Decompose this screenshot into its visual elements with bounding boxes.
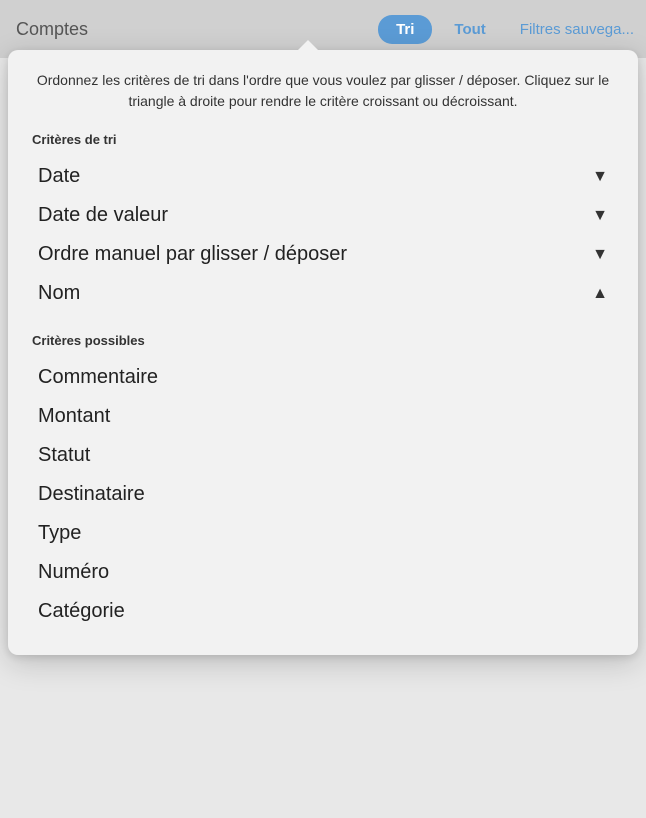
criteria-label-date-valeur: Date de valeur — [38, 204, 168, 227]
criteria-item-date-valeur[interactable]: Date de valeur ▼ — [32, 196, 614, 235]
criteria-item-nom[interactable]: Nom ▲ — [32, 274, 614, 313]
sort-dropdown-panel: Ordonnez les critères de tri dans l'ordr… — [8, 50, 638, 655]
tout-tab-button[interactable]: Tout — [436, 15, 503, 44]
active-criteria-list: Date ▼ Date de valeur ▼ Ordre manuel par… — [32, 157, 614, 313]
sort-arrow-ordre-manuel[interactable]: ▼ — [592, 246, 608, 264]
sort-arrow-date[interactable]: ▼ — [592, 168, 608, 186]
sort-arrow-nom[interactable]: ▲ — [592, 285, 608, 303]
active-criteria-label: Critères de tri — [32, 132, 614, 147]
criteria-item-date[interactable]: Date ▼ — [32, 157, 614, 196]
sort-description: Ordonnez les critères de tri dans l'ordr… — [32, 70, 614, 112]
possible-criteria-label: Critères possibles — [32, 333, 614, 348]
criteria-label-ordre-manuel: Ordre manuel par glisser / déposer — [38, 243, 347, 266]
app-title: Comptes — [16, 19, 378, 40]
possible-item-type[interactable]: Type — [32, 514, 614, 553]
sort-arrow-date-valeur[interactable]: ▼ — [592, 207, 608, 225]
possible-criteria-list: Commentaire Montant Statut Destinataire … — [32, 358, 614, 631]
possible-item-montant[interactable]: Montant — [32, 397, 614, 436]
possible-item-destinataire[interactable]: Destinataire — [32, 475, 614, 514]
criteria-label-date: Date — [38, 165, 80, 188]
possible-item-commentaire[interactable]: Commentaire — [32, 358, 614, 397]
tri-tab-button[interactable]: Tri — [378, 15, 432, 44]
possible-item-numero[interactable]: Numéro — [32, 553, 614, 592]
tab-buttons: Tri Tout Filtres sauvega... — [378, 15, 646, 44]
criteria-label-nom: Nom — [38, 282, 80, 305]
possible-item-statut[interactable]: Statut — [32, 436, 614, 475]
criteria-item-ordre-manuel[interactable]: Ordre manuel par glisser / déposer ▼ — [32, 235, 614, 274]
possible-item-categorie[interactable]: Catégorie — [32, 592, 614, 631]
filtres-link[interactable]: Filtres sauvega... — [508, 15, 646, 44]
